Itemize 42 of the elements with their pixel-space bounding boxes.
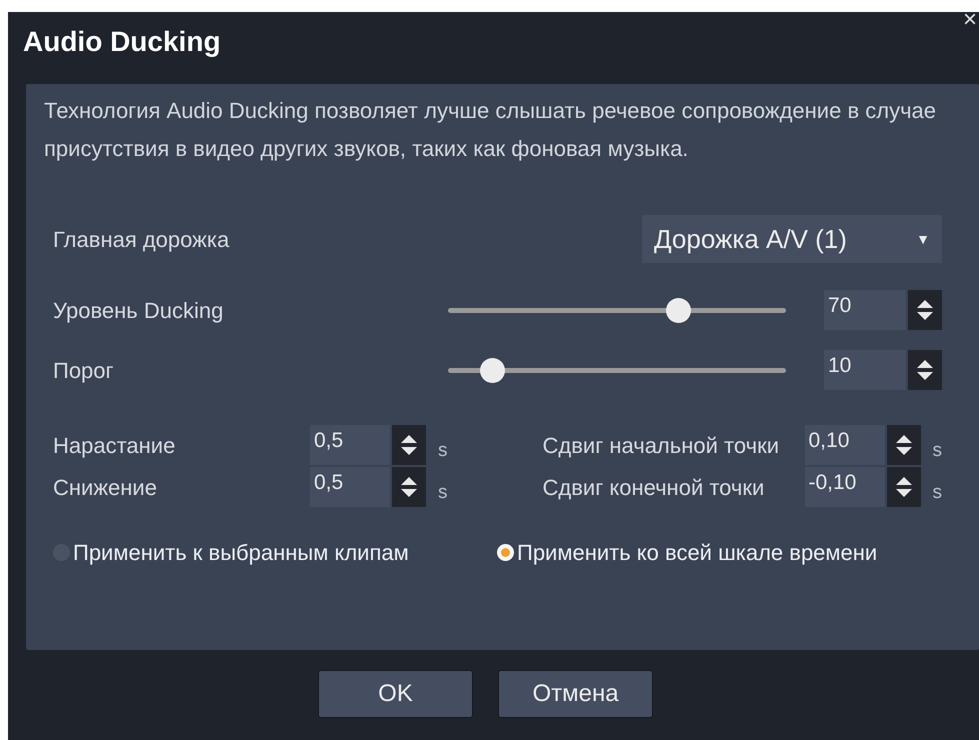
- radio-option[interactable]: Применить к выбранным клипам: [53, 536, 497, 568]
- track-label: Главная дорожка: [53, 226, 230, 254]
- up-down-icon: [915, 298, 935, 322]
- description-text: Технология Audio Ducking позволяет лучше слышать речевое сопровождение в случае присутствия в видео других звуков, таких как фоновая музыка.: [44, 97, 938, 163]
- slider-thumb[interactable]: [666, 298, 691, 322]
- slider-label: Порог: [53, 356, 115, 385]
- spin-button[interactable]: [886, 467, 920, 507]
- up-down-icon: [894, 475, 914, 499]
- unit-label: s: [932, 438, 942, 463]
- spin-button[interactable]: [908, 350, 942, 390]
- up-down-icon: [915, 358, 935, 382]
- number-field[interactable]: 0,5: [310, 467, 390, 507]
- field-label: Нарастание: [53, 432, 176, 460]
- number-field[interactable]: 0,5: [310, 425, 390, 465]
- slider-thumb[interactable]: [480, 358, 506, 382]
- field-label: Снижение: [53, 474, 158, 502]
- slider[interactable]: [448, 358, 786, 382]
- unit-label: s: [932, 480, 942, 505]
- field-label: Сдвиг начальной точки: [542, 432, 780, 460]
- spin-button[interactable]: [908, 290, 942, 330]
- radio-option[interactable]: Применить ко всей шкале времени: [497, 536, 878, 568]
- number-field[interactable]: 0,10: [804, 425, 884, 465]
- field-label: Сдвиг конечной точки: [542, 474, 766, 502]
- unit-label: s: [438, 438, 448, 463]
- up-down-icon: [894, 433, 914, 457]
- number-field[interactable]: 70: [824, 290, 906, 330]
- close-button[interactable]: ×: [962, 8, 977, 32]
- radio-icon[interactable]: [497, 544, 514, 560]
- slider-label: Уровень Ducking: [53, 296, 224, 325]
- dialog-button[interactable]: Отмена: [498, 670, 653, 718]
- dialog-button[interactable]: OK: [318, 670, 473, 718]
- track-dropdown[interactable]: Дорожка A/V (1) ▼: [642, 215, 942, 263]
- spin-button[interactable]: [392, 425, 426, 465]
- slider[interactable]: [448, 298, 786, 322]
- number-field[interactable]: -0,10: [804, 467, 884, 507]
- up-down-icon: [399, 433, 419, 457]
- spin-button[interactable]: [392, 467, 426, 507]
- window-title: Audio Ducking: [23, 25, 221, 59]
- up-down-icon: [399, 475, 419, 499]
- unit-label: s: [438, 480, 448, 505]
- number-field[interactable]: 10: [824, 350, 906, 390]
- spin-button[interactable]: [886, 425, 920, 465]
